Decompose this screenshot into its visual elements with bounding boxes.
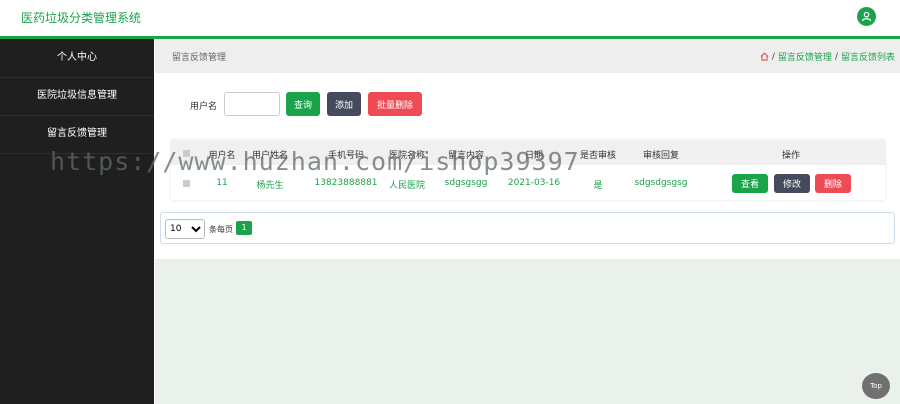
batch-delete-button[interactable]: 批量删除: [368, 92, 422, 116]
sidebar-item-hospital-waste[interactable]: 医院垃圾信息管理: [0, 77, 154, 116]
column-header: 审核回复: [642, 151, 680, 161]
username-label: 用户名: [190, 102, 218, 112]
user-icon[interactable]: [857, 7, 876, 26]
top-bar: 医药垃圾分类管理系统: [0, 0, 900, 39]
sidebar-item-personal-center[interactable]: 个人中心: [0, 39, 154, 78]
delete-button[interactable]: 删除: [815, 174, 851, 193]
breadcrumb-item-feedback[interactable]: 留言反馈管理: [778, 50, 832, 63]
breadcrumb-item-list: 留言反馈列表: [840, 53, 895, 63]
breadcrumb: / 留言反馈管理 / 留言反馈列表: [760, 50, 895, 63]
query-button[interactable]: 查询: [286, 92, 320, 116]
column-header[interactable]: 是否审核: [580, 148, 616, 161]
sidebar: 个人中心 医院垃圾信息管理 留言反馈管理: [0, 39, 154, 404]
pagination-bar: [160, 212, 895, 244]
view-button[interactable]: 查看: [732, 174, 768, 193]
username-search-input[interactable]: [224, 92, 280, 116]
cell-message: sdgsgsgg: [444, 178, 488, 188]
sidebar-item-label: 留言反馈管理: [47, 128, 107, 139]
row-checkbox[interactable]: [183, 180, 190, 187]
column-header: 操作: [781, 151, 801, 161]
sidebar-item-label: 个人中心: [57, 52, 97, 63]
page-title: 留言反馈管理: [172, 53, 227, 63]
cell-reply: sdgsdgsgsg: [634, 178, 688, 188]
breadcrumb-separator: /: [771, 51, 775, 62]
page-number-current[interactable]: 1: [236, 221, 252, 235]
cell-date: 2021-03-16: [507, 178, 561, 188]
home-icon[interactable]: [760, 52, 769, 61]
sidebar-item-label: 医院垃圾信息管理: [37, 90, 117, 101]
per-page-label: 条每页: [209, 225, 233, 234]
app-title: 医药垃圾分类管理系统: [21, 11, 142, 25]
cell-phone: 13823888881: [314, 178, 378, 188]
cell-approved: 是: [593, 181, 603, 191]
cell-username: 11: [216, 178, 228, 188]
breadcrumb-separator: /: [834, 51, 838, 62]
cell-hospital: 人民医院: [388, 181, 426, 191]
breadcrumb-bar: 留言反馈管理 / 留言反馈管理 / 留言反馈列表: [155, 39, 900, 73]
add-button[interactable]: 添加: [327, 92, 361, 116]
back-to-top-button[interactable]: Top: [862, 373, 890, 399]
watermark-text: https://www.huzhan.com/ishop39397: [50, 147, 580, 176]
page-size-select[interactable]: 10: [165, 219, 205, 239]
edit-button[interactable]: 修改: [774, 174, 810, 193]
cell-name: 杨先生: [256, 181, 284, 191]
